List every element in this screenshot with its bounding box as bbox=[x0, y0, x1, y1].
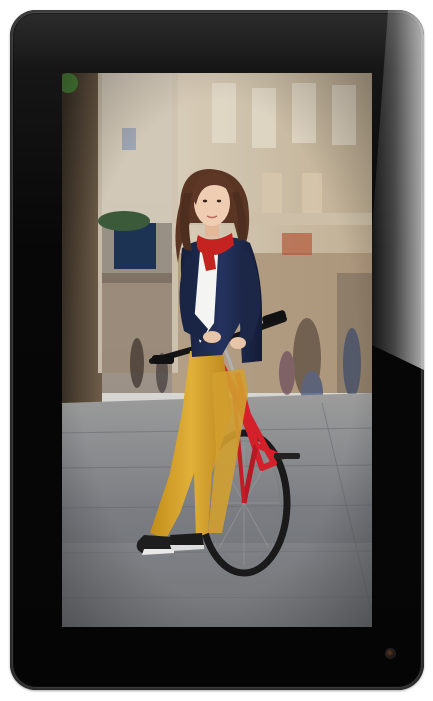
side-reflection bbox=[364, 10, 424, 370]
street-photo bbox=[62, 73, 372, 627]
top-reflection bbox=[10, 10, 424, 70]
product-image bbox=[0, 0, 433, 701]
tablet-screen bbox=[62, 73, 372, 627]
front-camera-icon bbox=[386, 649, 395, 658]
photo-vignette bbox=[62, 73, 372, 627]
